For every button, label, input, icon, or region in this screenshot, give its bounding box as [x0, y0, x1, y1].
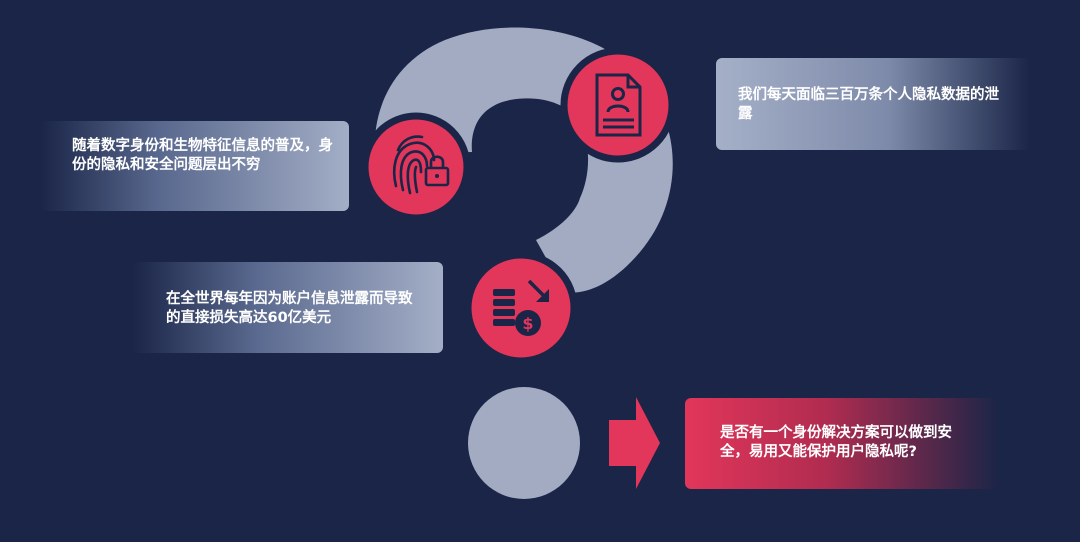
identity-solution-question-card: 是否有一个身份解决方案可以做到安全，易用又能保护用户隐私呢?: [685, 398, 1000, 489]
account-leak-loss-card: 在全世界每年因为账户信息泄露而导致的直接损失高达60亿美元: [132, 262, 443, 353]
document-profile-icon: [560, 47, 676, 163]
account-leak-loss-text: 在全世界每年因为账户信息泄露而导致的直接损失高达60亿美元: [166, 291, 413, 326]
daily-data-leak-text: 我们每天面临三百万条个人隐私数据的泄露: [738, 87, 999, 122]
svg-text:$: $: [522, 314, 533, 333]
fingerprint-lock-icon: [361, 112, 471, 222]
diagram: $ 随着数字身份和生物特征信息的普及，身份的隐私和安全问题层出不穷 在全世界每年…: [0, 0, 1080, 542]
daily-data-leak-card: 我们每天面临三百万条个人隐私数据的泄露: [716, 58, 1030, 150]
biometric-privacy-text: 随着数字身份和生物特征信息的普及，身份的隐私和安全问题层出不穷: [72, 138, 333, 173]
identity-solution-question-text: 是否有一个身份解决方案可以做到安全，易用又能保护用户隐私呢?: [720, 425, 952, 460]
coins-dollar-down-icon: $: [464, 251, 578, 365]
question-mark-dot: [468, 387, 580, 499]
biometric-privacy-card: 随着数字身份和生物特征信息的普及，身份的隐私和安全问题层出不穷: [40, 121, 349, 211]
arrow-right-icon: [609, 397, 660, 489]
